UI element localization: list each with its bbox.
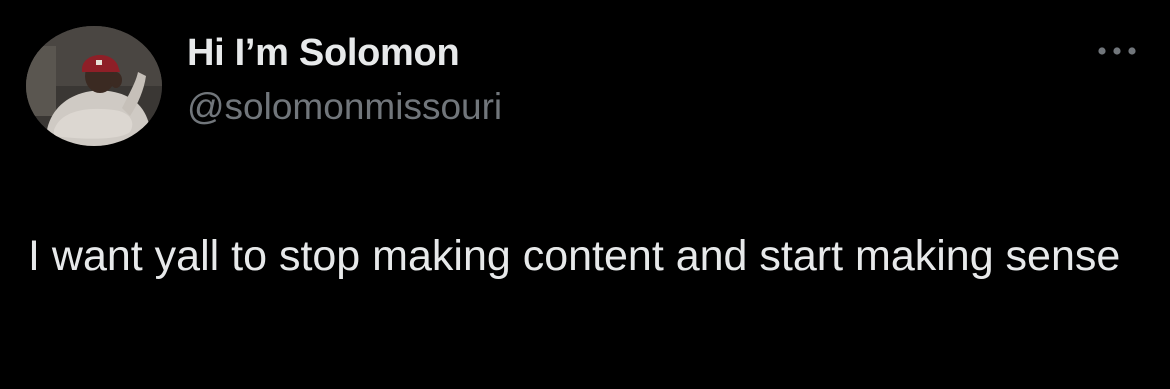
tweet-card: Hi I’m Solomon @solomonmissouri I want y… (0, 0, 1170, 389)
author-display-name[interactable]: Hi I’m Solomon (187, 32, 460, 75)
avatar[interactable] (26, 26, 162, 146)
more-options-button[interactable] (1092, 40, 1142, 62)
avatar-photo-icon (26, 26, 162, 146)
more-horizontal-icon (1098, 47, 1136, 55)
tweet-text: I want yall to stop making content and s… (28, 232, 1121, 280)
author-handle[interactable]: @solomonmissouri (187, 86, 502, 128)
